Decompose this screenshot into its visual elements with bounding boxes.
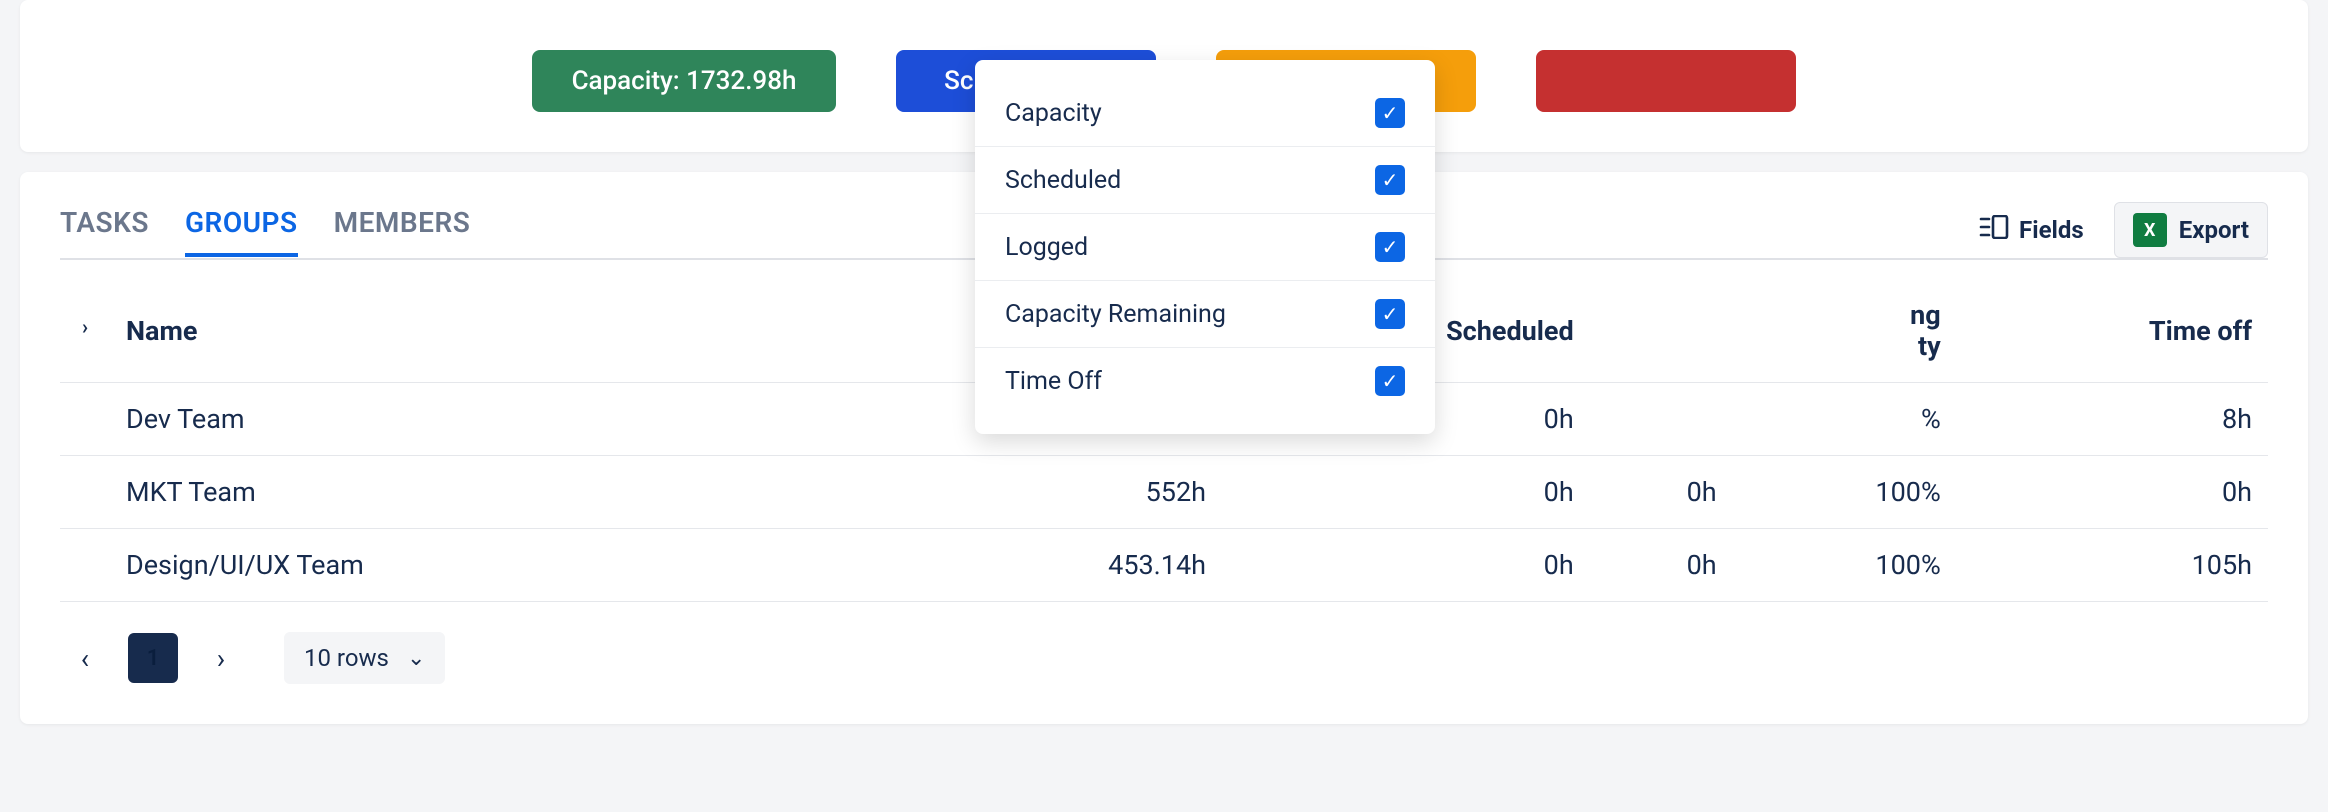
fields-popup-item-capacity-remaining[interactable]: Capacity Remaining ✓ [975, 281, 1435, 348]
fields-popup-item-label: Logged [1005, 233, 1088, 262]
row-expand-toggle[interactable] [60, 529, 110, 602]
row-expand-toggle[interactable] [60, 456, 110, 529]
tab-members[interactable]: MEMBERS [334, 206, 471, 255]
cell-name: MKT Team [110, 456, 905, 529]
cell-scheduled: 0h [1222, 529, 1590, 602]
fields-popup-item-label: Time Off [1005, 367, 1102, 396]
fields-popup-item-label: Scheduled [1005, 166, 1121, 195]
fields-icon [1979, 215, 2009, 245]
fields-popup-item-scheduled[interactable]: Scheduled ✓ [975, 147, 1435, 214]
fields-popup-item-logged[interactable]: Logged ✓ [975, 214, 1435, 281]
chevron-down-icon: ⌄ [407, 646, 425, 671]
col-header-remaining-line2: ty [1749, 331, 1941, 362]
col-header-logged[interactable] [1590, 280, 1733, 383]
cell-capacity: 552h [905, 456, 1222, 529]
expand-all-toggle[interactable]: › [60, 280, 110, 383]
col-header-remaining[interactable]: ng ty [1733, 280, 1957, 383]
checkbox-checked-icon[interactable]: ✓ [1375, 299, 1405, 329]
cell-capacity: 453.14h [905, 529, 1222, 602]
checkbox-checked-icon[interactable]: ✓ [1375, 165, 1405, 195]
rows-per-page-select[interactable]: 10 rows ⌄ [284, 632, 445, 684]
remaining-pill [1536, 50, 1796, 112]
pagination: ‹ 1 › 10 rows ⌄ [60, 632, 2268, 684]
checkbox-checked-icon[interactable]: ✓ [1375, 366, 1405, 396]
chevron-left-icon: ‹ [81, 642, 89, 675]
col-header-name[interactable]: Name [110, 280, 905, 383]
checkbox-checked-icon[interactable]: ✓ [1375, 98, 1405, 128]
fields-popup-item-label: Capacity [1005, 99, 1102, 128]
cell-timeoff: 8h [1957, 383, 2268, 456]
cell-scheduled: 0h [1222, 456, 1590, 529]
cell-logged: 0h [1590, 456, 1733, 529]
cell-timeoff: 105h [1957, 529, 2268, 602]
capacity-pill: Capacity: 1732.98h [532, 50, 837, 112]
next-page-button[interactable]: › [196, 633, 246, 683]
col-header-timeoff[interactable]: Time off [1957, 280, 2268, 383]
prev-page-button[interactable]: ‹ [60, 633, 110, 683]
fields-popup-item-capacity[interactable]: Capacity ✓ [975, 80, 1435, 147]
export-button[interactable]: X Export [2114, 202, 2268, 258]
rows-per-page-label: 10 rows [304, 644, 389, 672]
checkbox-checked-icon[interactable]: ✓ [1375, 232, 1405, 262]
page-number-current[interactable]: 1 [128, 633, 178, 683]
tab-groups[interactable]: GROUPS [185, 206, 298, 257]
right-controls: Fields X Export [1969, 202, 2268, 258]
cell-remaining: 100% [1733, 529, 1957, 602]
fields-popup-item-time-off[interactable]: Time Off ✓ [975, 348, 1435, 414]
cell-name: Dev Team [110, 383, 905, 456]
cell-remaining: 100% [1733, 456, 1957, 529]
cell-logged: 0h [1590, 529, 1733, 602]
col-header-remaining-line1: ng [1749, 300, 1941, 331]
fields-popup: Capacity ✓ Scheduled ✓ Logged ✓ Capacity… [975, 60, 1435, 434]
tabs: TASKS GROUPS MEMBERS [60, 206, 470, 255]
table-row[interactable]: MKT Team 552h 0h 0h 100% 0h [60, 456, 2268, 529]
fields-button-label: Fields [2019, 216, 2084, 244]
export-button-label: Export [2179, 216, 2249, 244]
excel-icon: X [2133, 213, 2167, 247]
tab-tasks[interactable]: TASKS [60, 206, 149, 255]
cell-name: Design/UI/UX Team [110, 529, 905, 602]
cell-timeoff: 0h [1957, 456, 2268, 529]
cell-logged [1590, 383, 1733, 456]
chevron-right-icon: › [82, 315, 88, 339]
cell-remaining: % [1733, 383, 1957, 456]
fields-button[interactable]: Fields [1969, 209, 2094, 251]
fields-popup-item-label: Capacity Remaining [1005, 300, 1226, 329]
chevron-right-icon: › [217, 642, 225, 675]
row-expand-toggle[interactable] [60, 383, 110, 456]
table-row[interactable]: Design/UI/UX Team 453.14h 0h 0h 100% 105… [60, 529, 2268, 602]
